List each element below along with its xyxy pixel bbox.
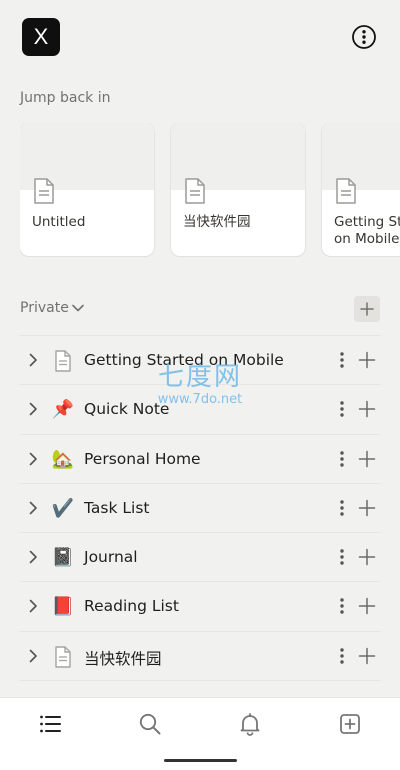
page-title: Journal [84, 548, 138, 567]
plus-icon[interactable] [358, 597, 376, 615]
chevron-right-icon[interactable] [26, 402, 40, 416]
recent-page-card[interactable]: Untitled [20, 123, 154, 256]
chevron-down-icon[interactable] [71, 301, 85, 315]
private-section-label: Private [20, 300, 69, 316]
chevron-right-icon[interactable] [26, 599, 40, 613]
notebook-icon: 📓 [51, 547, 75, 569]
bell-icon[interactable] [238, 712, 262, 736]
list-item[interactable]: 📕 Reading List [20, 581, 380, 630]
private-page-list: Getting Started on Mobile 📌 Quick Note 🏡… [20, 335, 380, 692]
dots-vertical-icon[interactable] [338, 547, 346, 567]
page-title: Reading List [84, 597, 179, 616]
home-indicator [164, 759, 237, 762]
red-book-icon: 📕 [51, 596, 75, 618]
recent-page-card[interactable]: Getting Started on Mobile [322, 123, 400, 256]
plus-icon[interactable] [358, 548, 376, 566]
pushpin-icon: 📌 [51, 399, 75, 421]
plus-icon[interactable] [358, 499, 376, 517]
bottom-nav [0, 697, 400, 770]
dots-vertical-icon[interactable] [338, 498, 346, 518]
page-title: 当快软件园 [84, 649, 162, 668]
list-item[interactable]: ✔️ Task List [20, 482, 380, 532]
page-icon [336, 178, 356, 204]
house-icon: 🏡 [51, 448, 75, 470]
check-mark-icon: ✔️ [51, 497, 75, 519]
new-page-icon[interactable] [338, 712, 362, 736]
private-section-header[interactable]: Private [20, 296, 380, 322]
plus-icon[interactable] [358, 400, 376, 418]
recent-pages-carousel[interactable]: Untitled 当快软件园 Getting Started on Mobile [20, 123, 400, 257]
list-icon[interactable] [38, 712, 62, 736]
search-icon[interactable] [138, 712, 162, 736]
chevron-right-icon[interactable] [26, 550, 40, 564]
page-title: Task List [84, 498, 150, 517]
page-icon [55, 350, 71, 372]
chevron-right-icon[interactable] [26, 452, 40, 466]
page-title: Quick Note [84, 400, 170, 419]
page-title: Getting Started on Mobile [84, 351, 284, 369]
jump-back-in-heading: Jump back in [20, 90, 111, 106]
page-icon [55, 646, 71, 668]
add-private-page-button[interactable] [354, 296, 380, 322]
card-title: Getting Started on Mobile [334, 214, 400, 247]
list-item[interactable]: Getting Started on Mobile [20, 335, 380, 384]
plus-icon[interactable] [358, 351, 376, 369]
card-title: Untitled [32, 214, 86, 230]
chevron-right-icon[interactable] [26, 353, 40, 367]
workspace-initial: X [33, 24, 49, 49]
more-vertical-icon[interactable] [350, 23, 378, 51]
page-title: Personal Home [84, 449, 201, 468]
list-item-partial [20, 680, 380, 692]
list-item[interactable]: 🏡 Personal Home [20, 433, 380, 483]
dots-vertical-icon[interactable] [338, 350, 346, 370]
page-icon [185, 178, 205, 204]
recent-page-card[interactable]: 当快软件园 [171, 123, 305, 256]
list-item[interactable]: 📓 Journal [20, 532, 380, 581]
top-bar: X [22, 18, 378, 56]
chevron-right-icon[interactable] [26, 501, 40, 515]
chevron-right-icon[interactable] [26, 649, 40, 663]
list-item[interactable]: 当快软件园 [20, 630, 380, 680]
workspace-switcher[interactable]: X [22, 18, 60, 56]
plus-icon[interactable] [358, 450, 376, 468]
dots-vertical-icon[interactable] [338, 449, 346, 469]
dots-vertical-icon[interactable] [338, 399, 346, 419]
card-title: 当快软件园 [183, 214, 251, 230]
plus-icon [360, 302, 374, 316]
list-item[interactable]: 📌 Quick Note [20, 384, 380, 433]
page-icon [34, 178, 54, 204]
dots-vertical-icon[interactable] [338, 596, 346, 616]
plus-icon[interactable] [358, 647, 376, 665]
dots-vertical-icon[interactable] [338, 646, 346, 666]
